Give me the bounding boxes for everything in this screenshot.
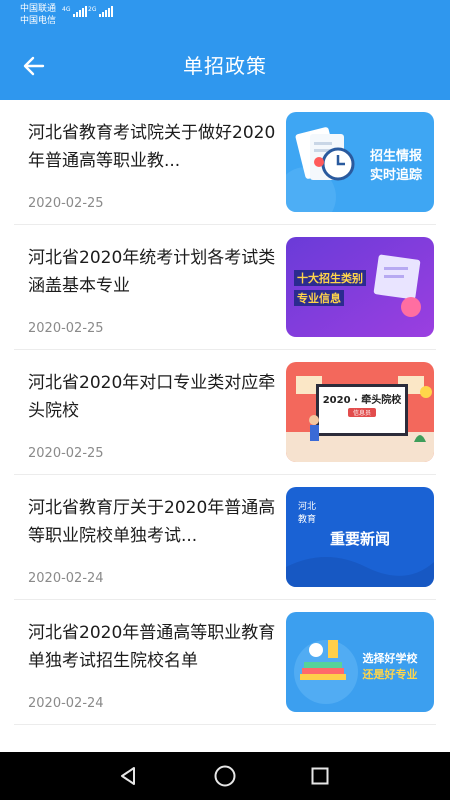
system-nav-bar xyxy=(0,752,450,800)
news-title: 河北省2020年普通高等职业教育单独考试招生院校名单 xyxy=(28,623,276,671)
screen: 中国联通 中国电信 4G 2G 单招政策 河北省教育考试院关于做好2020年普通… xyxy=(0,0,450,800)
svg-text:重要新闻: 重要新闻 xyxy=(330,530,390,548)
svg-text:河北: 河北 xyxy=(298,500,316,512)
news-title: 河北省教育厅关于2020年普通高等职业院校单独考试... xyxy=(28,498,276,546)
carrier-1-label: 中国联通 xyxy=(20,4,57,14)
svg-text:教育: 教育 xyxy=(298,513,316,525)
svg-text:还是好专业: 还是好专业 xyxy=(362,667,418,681)
svg-text:实时追踪: 实时追踪 xyxy=(370,167,422,183)
page-title: 单招政策 xyxy=(183,54,267,78)
news-date: 2020-02-25 xyxy=(28,321,104,336)
arrow-left-icon xyxy=(23,56,45,76)
nav-home-button[interactable] xyxy=(205,760,245,792)
news-item[interactable]: 河北省教育考试院关于做好2020年普通高等职业教... 2020-02-25 招… xyxy=(14,100,436,225)
news-title: 河北省2020年对口专业类对应牵头院校 xyxy=(28,373,276,421)
svg-text:十大招生类别: 十大招生类别 xyxy=(297,271,363,285)
app-bar: 单招政策 xyxy=(0,32,450,100)
svg-text:专业信息: 专业信息 xyxy=(297,291,341,305)
news-item[interactable]: 河北省2020年对口专业类对应牵头院校 2020-02-25 2020 · 牵头… xyxy=(14,350,436,475)
news-item[interactable]: 河北省2020年普通高等职业教育单独考试招生院校名单 2020-02-24 选择… xyxy=(14,600,436,725)
news-thumbnail: 选择好学校 还是好专业 xyxy=(286,612,434,712)
news-date: 2020-02-24 xyxy=(28,696,104,711)
triangle-back-icon xyxy=(121,767,135,785)
news-item[interactable]: 河北省2020年统考计划各考试类涵盖基本专业 2020-02-25 十大招生类别… xyxy=(14,225,436,350)
svg-text:2020 · 牵头院校: 2020 · 牵头院校 xyxy=(323,393,403,406)
status-bar: 中国联通 中国电信 4G 2G xyxy=(0,0,450,32)
back-button[interactable] xyxy=(16,48,52,84)
svg-text:信息员: 信息员 xyxy=(353,409,371,417)
news-list: 河北省教育考试院关于做好2020年普通高等职业教... 2020-02-25 招… xyxy=(0,100,450,725)
svg-text:招生情报: 招生情报 xyxy=(370,148,423,164)
square-recent-icon xyxy=(311,767,329,785)
news-date: 2020-02-24 xyxy=(28,571,104,586)
news-thumbnail: 招生情报 实时追踪 xyxy=(286,112,434,212)
news-title: 河北省2020年统考计划各考试类涵盖基本专业 xyxy=(28,248,276,296)
carrier-2-label: 中国电信 xyxy=(20,16,57,26)
news-title: 河北省教育考试院关于做好2020年普通高等职业教... xyxy=(28,123,276,171)
news-thumbnail: 2020 · 牵头院校 信息员 xyxy=(286,362,434,462)
signal-1-icon: 4G xyxy=(62,6,88,17)
news-date: 2020-02-25 xyxy=(28,196,104,211)
news-date: 2020-02-25 xyxy=(28,446,104,461)
svg-text:选择好学校: 选择好学校 xyxy=(363,651,419,665)
news-thumbnail: 河北 教育 重要新闻 xyxy=(286,487,434,587)
signal-2-icon: 2G xyxy=(88,6,114,17)
circle-home-icon xyxy=(214,765,236,787)
nav-recent-button[interactable] xyxy=(300,760,340,792)
news-thumbnail: 十大招生类别 专业信息 xyxy=(286,237,434,337)
nav-back-button[interactable] xyxy=(108,760,148,792)
news-item[interactable]: 河北省教育厅关于2020年普通高等职业院校单独考试... 2020-02-24 … xyxy=(14,475,436,600)
